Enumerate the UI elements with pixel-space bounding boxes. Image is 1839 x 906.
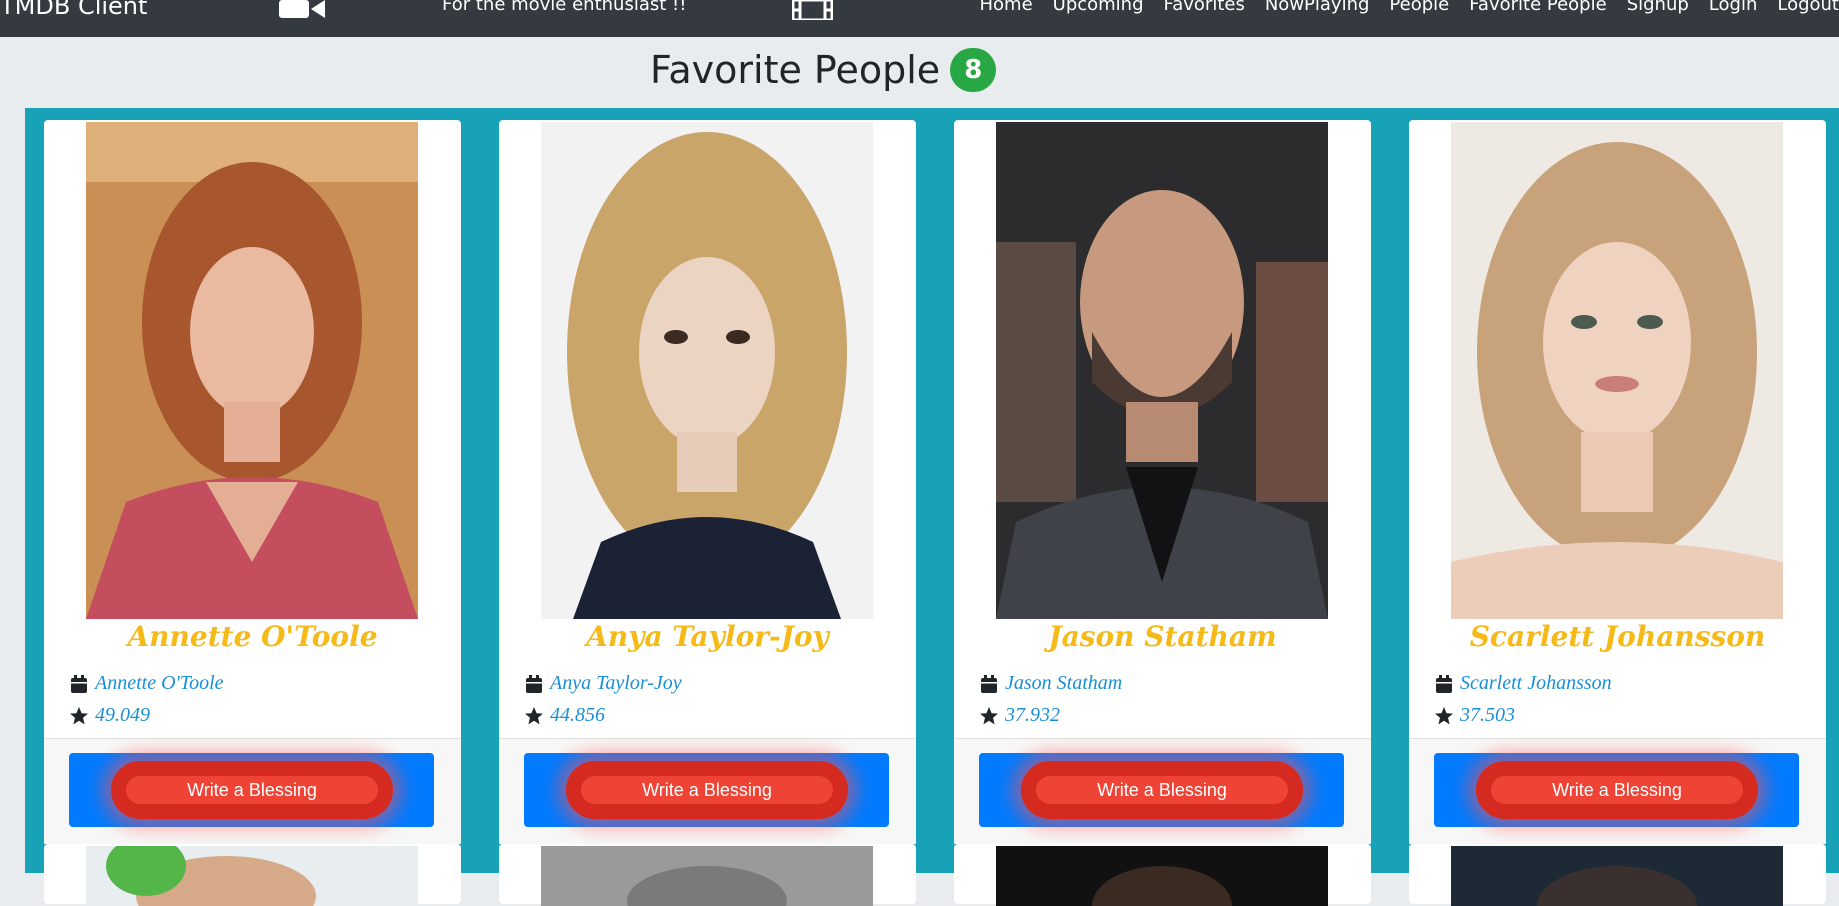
person-card-partial: [44, 844, 461, 906]
calendar-icon: [981, 674, 997, 693]
nav-people[interactable]: People: [1389, 0, 1449, 15]
person-card-partial: [499, 844, 916, 906]
person-popularity: 37.932: [1005, 704, 1060, 726]
brand-title[interactable]: TMDB Client: [0, 0, 147, 20]
nav-nowplaying[interactable]: NowPlaying: [1265, 0, 1370, 15]
blessing-button-container: Write a Blessing: [69, 753, 434, 827]
person-popularity-row: 44.856: [524, 704, 605, 727]
navbar: TMDB Client For the movie enthusiast !! …: [0, 0, 1839, 37]
person-photo[interactable]: [86, 846, 418, 906]
star-icon: [980, 706, 998, 724]
person-name[interactable]: Scarlett Johansson: [1460, 672, 1612, 695]
person-popularity: 49.049: [95, 704, 150, 726]
nav-favorites[interactable]: Favorites: [1164, 0, 1245, 15]
person-card: Anya Taylor-Joy Anya Taylor-Joy 44.856 W…: [499, 120, 916, 844]
star-icon: [525, 706, 543, 724]
person-title: Anya Taylor-Joy: [586, 620, 829, 653]
write-blessing-button[interactable]: Write a Blessing: [1021, 761, 1303, 819]
nav-links: Home Upcoming Favorites NowPlaying Peopl…: [979, 0, 1839, 15]
calendar-icon: [526, 674, 542, 693]
person-title: Jason Statham: [1048, 620, 1277, 653]
count-badge: 8: [950, 48, 997, 92]
page-title: Favorite People: [650, 48, 941, 92]
write-blessing-label: Write a Blessing: [1036, 776, 1288, 804]
card-footer: Write a Blessing: [44, 738, 461, 844]
person-name[interactable]: Annette O'Toole: [95, 672, 224, 695]
film-icon: [792, 0, 833, 20]
person-popularity: 37.503: [1460, 704, 1515, 726]
video-camera-icon: [279, 0, 325, 18]
write-blessing-button[interactable]: Write a Blessing: [1476, 761, 1758, 819]
person-photo[interactable]: [541, 846, 873, 906]
blessing-button-container: Write a Blessing: [979, 753, 1344, 827]
write-blessing-label: Write a Blessing: [1491, 776, 1743, 804]
person-card: Jason Statham Jason Statham 37.932 Write…: [954, 120, 1371, 844]
nav-home[interactable]: Home: [979, 0, 1032, 15]
person-photo[interactable]: [86, 122, 418, 619]
write-blessing-label: Write a Blessing: [126, 776, 378, 804]
person-name-row: Anya Taylor-Joy: [524, 672, 682, 695]
card-footer: Write a Blessing: [499, 738, 916, 844]
person-name[interactable]: Jason Statham: [1005, 672, 1122, 695]
blessing-button-container: Write a Blessing: [524, 753, 889, 827]
blessing-button-container: Write a Blessing: [1434, 753, 1799, 827]
person-name-row: Annette O'Toole: [69, 672, 224, 695]
favorites-grid: Annette O'Toole Annette O'Toole 49.049 W…: [25, 108, 1839, 906]
person-card-partial: [1409, 844, 1826, 906]
calendar-icon: [71, 674, 87, 693]
person-name-row: Scarlett Johansson: [1434, 672, 1612, 695]
person-photo[interactable]: [1451, 122, 1783, 619]
person-name-row: Jason Statham: [979, 672, 1122, 695]
tagline: For the movie enthusiast !!: [442, 0, 687, 15]
person-name[interactable]: Anya Taylor-Joy: [550, 672, 682, 695]
nav-logout[interactable]: Logout: [1777, 0, 1839, 15]
person-card: Scarlett Johansson Scarlett Johansson 37…: [1409, 120, 1826, 844]
write-blessing-button[interactable]: Write a Blessing: [566, 761, 848, 819]
page-heading: Favorite People 8: [650, 48, 997, 92]
write-blessing-button[interactable]: Write a Blessing: [111, 761, 393, 819]
nav-signup[interactable]: Signup: [1627, 0, 1689, 15]
person-popularity-row: 49.049: [69, 704, 150, 727]
card-footer: Write a Blessing: [1409, 738, 1826, 844]
person-card: Annette O'Toole Annette O'Toole 49.049 W…: [44, 120, 461, 844]
person-card-partial: [954, 844, 1371, 906]
person-photo[interactable]: [1451, 846, 1783, 906]
write-blessing-label: Write a Blessing: [581, 776, 833, 804]
nav-login[interactable]: Login: [1709, 0, 1758, 15]
person-photo[interactable]: [996, 122, 1328, 619]
card-footer: Write a Blessing: [954, 738, 1371, 844]
star-icon: [70, 706, 88, 724]
star-icon: [1435, 706, 1453, 724]
calendar-icon: [1436, 674, 1452, 693]
person-popularity: 44.856: [550, 704, 605, 726]
nav-upcoming[interactable]: Upcoming: [1053, 0, 1144, 15]
nav-favorite-people[interactable]: Favorite People: [1469, 0, 1606, 15]
person-photo[interactable]: [996, 846, 1328, 906]
person-photo[interactable]: [541, 122, 873, 619]
person-title: Scarlett Johansson: [1469, 620, 1766, 653]
person-popularity-row: 37.503: [1434, 704, 1515, 727]
person-title: Annette O'Toole: [127, 620, 378, 653]
person-popularity-row: 37.932: [979, 704, 1060, 727]
